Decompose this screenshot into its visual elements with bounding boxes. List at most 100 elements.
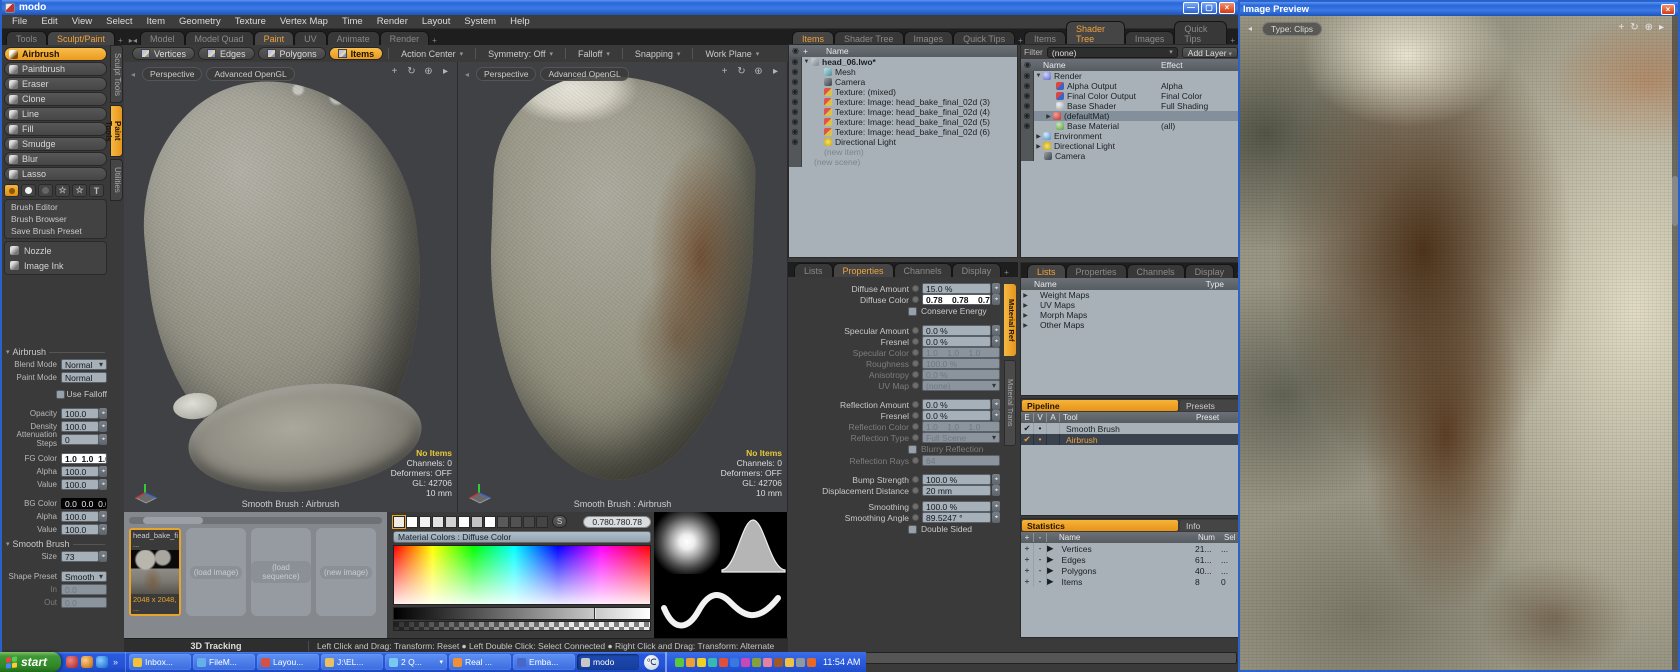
load-sequence-button[interactable]: (load sequence): [251, 528, 311, 616]
plus-icon[interactable]: +: [1021, 554, 1034, 565]
spinner-icon[interactable]: ◂▸: [992, 294, 1000, 305]
list-row[interactable]: ▶Weight Maps: [1021, 290, 1241, 300]
tray-icon[interactable]: [697, 658, 706, 667]
shader-row[interactable]: ◉Base ShaderFull Shading: [1021, 101, 1241, 111]
color-swatch[interactable]: [419, 516, 431, 528]
tab-quick-tips-2[interactable]: Quick Tips: [1174, 21, 1227, 45]
spinner-icon[interactable]: ◂▸: [992, 474, 1000, 485]
displacement-distance-field[interactable]: 20 mm: [922, 485, 991, 496]
image-thumbnail-selected[interactable]: head_bake_fi ... 2048 x 2048, ...: [129, 528, 181, 616]
use-falloff-checkbox[interactable]: [56, 390, 65, 399]
tab-properties[interactable]: Properties: [833, 263, 894, 277]
in-field[interactable]: 0.0: [61, 584, 107, 595]
list-row[interactable]: ▶Morph Maps: [1021, 310, 1241, 320]
double-sided-checkbox[interactable]: [908, 525, 917, 534]
preview-scrollbar[interactable]: [1672, 16, 1678, 670]
pan-icon[interactable]: +: [389, 66, 400, 77]
task-button-filemaker[interactable]: FileM...: [193, 654, 255, 670]
item-row[interactable]: ◉Directional Light: [789, 137, 1017, 147]
stat-row[interactable]: +-▶Items80: [1021, 576, 1241, 587]
stat-row[interactable]: +-▶Polygons40......: [1021, 565, 1241, 576]
brush-editor-button[interactable]: Brush Editor: [5, 201, 106, 213]
plus-icon[interactable]: +: [1021, 565, 1034, 576]
nozzle-button[interactable]: Nozzle: [5, 243, 106, 258]
tool-airbrush[interactable]: Airbrush: [4, 47, 107, 61]
tray-icon[interactable]: [796, 658, 805, 667]
eye-icon[interactable]: ◉: [792, 67, 799, 77]
stat-row[interactable]: +-▶Vertices21......: [1021, 543, 1241, 554]
color-swatch[interactable]: [445, 516, 457, 528]
color-swatch[interactable]: [523, 516, 535, 528]
diffuse-color-field[interactable]: 0.78 0.78 0.78: [922, 294, 991, 305]
tab-scroll-left-icon[interactable]: ◂: [130, 36, 140, 45]
swatch-save-button[interactable]: S: [552, 515, 567, 528]
uv-map-dropdown[interactable]: (none): [922, 380, 1000, 391]
stat-row[interactable]: +-▶Edges61......: [1021, 554, 1241, 565]
reflection-type-dropdown[interactable]: Full Scene: [922, 432, 1000, 443]
item-row[interactable]: ◉Texture: Image: head_bake_final_02d (4): [789, 107, 1017, 117]
pipeline-header[interactable]: Pipeline: [1022, 400, 1178, 411]
color-swatch[interactable]: [510, 516, 522, 528]
presets-tab[interactable]: Presets: [1180, 400, 1240, 411]
channel-toggle-icon[interactable]: [912, 401, 919, 408]
spinner-icon[interactable]: ◂▸: [99, 511, 107, 522]
expander-icon[interactable]: ▼: [802, 59, 811, 65]
vtab-paint-tools[interactable]: Paint Tools: [110, 105, 123, 157]
spinner-icon[interactable]: ◂▸: [992, 485, 1000, 496]
item-row[interactable]: (new scene): [789, 157, 1017, 167]
channel-toggle-icon[interactable]: [912, 360, 919, 367]
item-row[interactable]: ◉Camera: [789, 77, 1017, 87]
clock[interactable]: 11:54 AM: [818, 657, 860, 667]
shader-row[interactable]: ◉Alpha OutputAlpha: [1021, 81, 1241, 91]
tab-channels[interactable]: Channels: [894, 263, 952, 277]
vtab-utilities[interactable]: Utilities: [110, 159, 123, 201]
stone-mesh-left[interactable]: [129, 67, 440, 485]
eye-icon[interactable]: ◉: [1024, 121, 1031, 131]
spinner-icon[interactable]: ◂▸: [99, 434, 107, 445]
tray-icon[interactable]: [675, 658, 684, 667]
statistics-header[interactable]: Statistics: [1022, 520, 1178, 531]
falloff-dropdown[interactable]: Falloff: [571, 47, 617, 60]
zoom-icon[interactable]: ⊕: [1645, 22, 1653, 33]
task-button-inbox[interactable]: Inbox...: [129, 654, 191, 670]
pipeline-row[interactable]: ✔•Smooth Brush: [1021, 423, 1241, 434]
value-slider-marker[interactable]: [594, 608, 596, 619]
image-ink-button[interactable]: Image Ink: [5, 258, 106, 273]
spinner-icon[interactable]: ◂▸: [99, 421, 107, 432]
color-swatch[interactable]: [393, 516, 405, 528]
spinner-icon[interactable]: ◂▸: [992, 283, 1000, 294]
eye-icon[interactable]: ◉: [1024, 91, 1031, 101]
save-brush-preset-button[interactable]: Save Brush Preset: [5, 225, 106, 237]
tab-images[interactable]: Images: [904, 31, 954, 45]
eye-icon[interactable]: ◉: [1024, 81, 1031, 91]
ie-icon[interactable]: [96, 656, 108, 668]
spinner-icon[interactable]: ◂▸: [992, 512, 1000, 523]
spinner-icon[interactable]: ◂▸: [992, 410, 1000, 421]
menu-item[interactable]: Item: [141, 15, 171, 28]
stone-mesh-right[interactable]: [483, 72, 759, 485]
spinner-icon[interactable]: ◂▸: [99, 408, 107, 419]
viewport-renderer-button[interactable]: Advanced OpenGL: [206, 67, 294, 81]
paint-mode-dropdown[interactable]: Normal Proj ...: [61, 372, 107, 383]
airbrush-section-header[interactable]: Airbrush: [6, 347, 105, 357]
menu-file[interactable]: File: [6, 15, 33, 28]
load-image-button[interactable]: (load image): [186, 528, 246, 616]
mode-polygons-button[interactable]: Polygons: [258, 47, 326, 60]
specular-amount-field[interactable]: 0.0 %: [922, 325, 991, 336]
zoom-icon[interactable]: ⊕: [423, 66, 434, 77]
channel-toggle-icon[interactable]: [912, 349, 919, 356]
smoothing-angle-field[interactable]: 89.5247 °: [922, 512, 991, 523]
item-row[interactable]: ◉▼head_06.lwo*: [789, 57, 1017, 67]
task-button-group[interactable]: 2 Q...▾: [385, 654, 447, 670]
plus-icon[interactable]: +: [1021, 576, 1034, 587]
size-field[interactable]: 73: [61, 551, 99, 562]
eye-icon[interactable]: ◉: [792, 127, 799, 137]
pipeline-row-selected[interactable]: ✔•Airbrush: [1021, 434, 1241, 445]
mode-edges-button[interactable]: Edges: [198, 47, 255, 60]
preview-title-bar[interactable]: Image Preview ×: [1240, 2, 1678, 16]
brush-tip-soft-button[interactable]: [21, 184, 36, 197]
filter-dropdown[interactable]: (none): [1047, 47, 1178, 58]
specular-color-field[interactable]: 1.0 1.0 1.0: [922, 347, 1000, 358]
eye-icon[interactable]: ◉: [792, 107, 799, 117]
color-swatch[interactable]: [406, 516, 418, 528]
